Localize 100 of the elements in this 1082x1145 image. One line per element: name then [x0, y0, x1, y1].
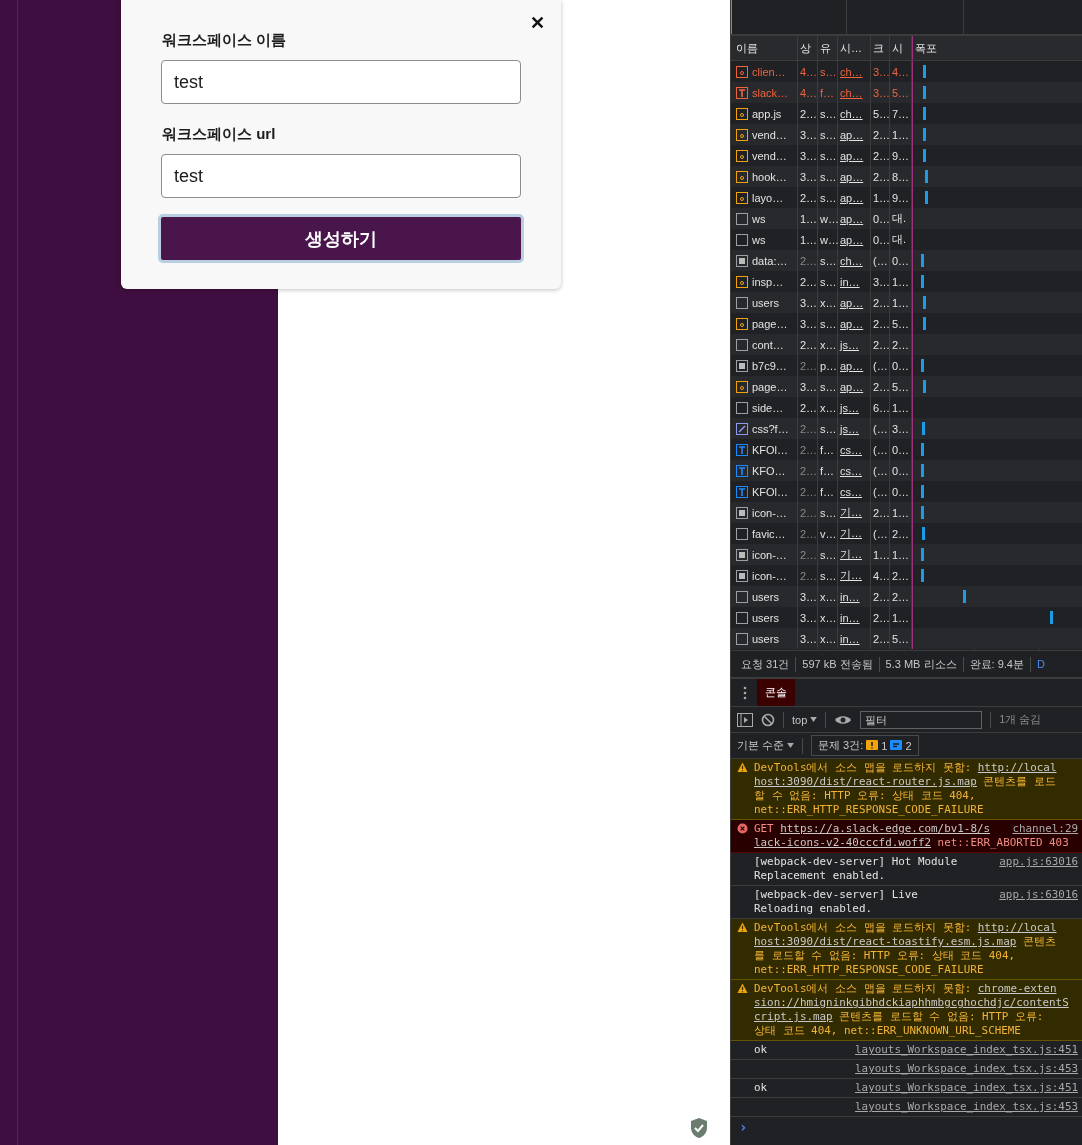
- source-link[interactable]: app.js:63016: [999, 855, 1078, 869]
- waterfall-bar: [963, 590, 966, 603]
- request-name[interactable]: page…: [752, 317, 788, 330]
- more-icon[interactable]: [743, 685, 747, 700]
- waterfall-bar: [923, 149, 926, 162]
- console-message: [webpack-dev-server] Hot Module: [754, 855, 958, 868]
- request-name[interactable]: css?f…: [752, 422, 789, 435]
- request-name[interactable]: ws: [752, 233, 766, 246]
- console-tab[interactable]: 콘솔: [757, 679, 795, 706]
- request-name[interactable]: favic…: [752, 527, 786, 540]
- column-header[interactable]: 상: [798, 36, 818, 60]
- request-name[interactable]: users: [752, 590, 779, 603]
- source-link[interactable]: app.js:63016: [999, 888, 1078, 902]
- url-link[interactable]: lack-icons-v2-40cccfd.woff2: [754, 836, 932, 849]
- waterfall-bar: [923, 107, 926, 120]
- warning-icon: [737, 983, 748, 994]
- column-header[interactable]: 폭포: [912, 36, 1082, 60]
- url-link[interactable]: host:3090/dist/react-router.js.map: [754, 775, 977, 788]
- request-name[interactable]: icon-…: [752, 548, 787, 561]
- request-name[interactable]: page…: [752, 380, 788, 393]
- console-message: DevTools에서 소스 맵을 로드하지 못함:: [754, 982, 973, 995]
- waterfall-bar: [921, 254, 924, 267]
- summary-text: 597 kB 전송됨: [796, 656, 880, 672]
- table-cell: 3…: [798, 628, 818, 649]
- request-name[interactable]: clien…: [752, 65, 786, 78]
- text-input[interactable]: test: [161, 154, 521, 198]
- request-name[interactable]: icon-…: [752, 506, 787, 519]
- context-dropdown[interactable]: top: [792, 713, 818, 726]
- text-input[interactable]: test: [161, 60, 521, 104]
- column-header[interactable]: 유: [818, 36, 838, 60]
- source-link[interactable]: layouts_Workspace_index_tsx.js:453: [855, 1062, 1078, 1076]
- waterfall-bar: [1050, 611, 1053, 624]
- request-name[interactable]: cont…: [752, 338, 784, 351]
- eye-icon[interactable]: [834, 713, 853, 726]
- source-link[interactable]: layouts_Workspace_index_tsx.js:451: [855, 1081, 1078, 1095]
- request-name[interactable]: vend…: [752, 128, 787, 141]
- request-name[interactable]: b7c9…: [752, 359, 787, 372]
- field-label: 워크스페이스 이름: [162, 31, 288, 50]
- column-header[interactable]: 시: [890, 36, 912, 60]
- request-name[interactable]: data:…: [752, 254, 788, 267]
- request-name[interactable]: ws: [752, 212, 766, 225]
- request-name[interactable]: KFOl…: [752, 443, 789, 456]
- request-name[interactable]: insp…: [752, 275, 784, 288]
- waterfall-bar: [921, 275, 924, 288]
- request-name[interactable]: slack…: [752, 86, 789, 99]
- table-cell: in…: [838, 628, 871, 649]
- summary-text: 완료: 9.4분: [963, 656, 1031, 672]
- request-name[interactable]: layo…: [752, 191, 784, 204]
- console-message: net::ERR_ABORTED 403: [936, 836, 1069, 849]
- url-link[interactable]: sion://hmigninkgibhdckiaphhmbgcghochdjc/contentS: [754, 996, 1069, 1009]
- waterfall-bar: [923, 65, 926, 78]
- waterfall-bar: [922, 527, 925, 540]
- url-link[interactable]: https://a.slack-edge.com/bv1-8/s: [780, 822, 991, 835]
- request-name[interactable]: KFO…: [752, 464, 786, 477]
- warning-icon: [866, 739, 879, 752]
- column-header[interactable]: 시…: [838, 36, 871, 60]
- column-header[interactable]: 크: [871, 36, 890, 60]
- url-link[interactable]: host:3090/dist/react-toastify.esm.js.map: [754, 935, 1017, 948]
- request-name[interactable]: icon-…: [752, 569, 787, 582]
- column-header[interactable]: 이름: [731, 36, 798, 60]
- console-message: GET: [754, 822, 775, 835]
- close-button[interactable]: ✕: [530, 12, 545, 34]
- warning-icon: [737, 762, 748, 773]
- source-link[interactable]: channel:29: [1012, 822, 1078, 836]
- url-link[interactable]: http://local: [977, 761, 1057, 774]
- table-cell: 5…: [890, 628, 912, 649]
- prompt-caret[interactable]: ›: [739, 1119, 748, 1135]
- url-link[interactable]: http://local: [977, 921, 1057, 934]
- request-name[interactable]: app.js: [752, 107, 782, 120]
- table-cell: x…: [818, 628, 838, 649]
- request-name[interactable]: KFOl…: [752, 485, 789, 498]
- request-name[interactable]: users: [752, 296, 779, 309]
- clear-icon[interactable]: [761, 712, 775, 727]
- waterfall-bar: [923, 86, 926, 99]
- request-name[interactable]: side…: [752, 401, 784, 414]
- source-link[interactable]: layouts_Workspace_index_tsx.js:451: [855, 1043, 1078, 1057]
- error-icon: [737, 823, 748, 834]
- message-icon: [890, 739, 903, 752]
- issues-button[interactable]: 문제 3건: 1 2: [811, 735, 919, 756]
- waterfall-bar: [921, 506, 924, 519]
- waterfall-bar: [921, 359, 924, 372]
- request-name[interactable]: users: [752, 611, 779, 624]
- waterfall-bar: [925, 170, 928, 183]
- table-cell: 2…: [871, 628, 890, 649]
- console-message: Reloading enabled.: [754, 902, 873, 915]
- sidebar-toggle-icon[interactable]: [737, 712, 753, 727]
- request-name[interactable]: hook…: [752, 170, 787, 183]
- source-link[interactable]: layouts_Workspace_index_tsx.js:453: [855, 1100, 1078, 1114]
- url-link[interactable]: chrome-exten: [977, 982, 1057, 995]
- console-message: 콘텐츠: [1021, 935, 1056, 948]
- create-button[interactable]: 생성하기: [158, 214, 524, 263]
- waterfall-bar: [921, 548, 924, 561]
- filter-field[interactable]: 필터: [860, 710, 983, 729]
- request-name[interactable]: vend…: [752, 149, 787, 162]
- levels-dropdown[interactable]: 기본 수준: [737, 738, 795, 753]
- request-name[interactable]: users: [752, 632, 779, 645]
- url-link[interactable]: cript.js.map: [754, 1010, 833, 1023]
- waterfall-bar: [922, 422, 925, 435]
- console-message: 할 수 없음: HTTP 오류: 상태 코드 404,: [754, 789, 976, 802]
- console-message: DevTools에서 소스 맵을 로드하지 못함:: [754, 921, 973, 934]
